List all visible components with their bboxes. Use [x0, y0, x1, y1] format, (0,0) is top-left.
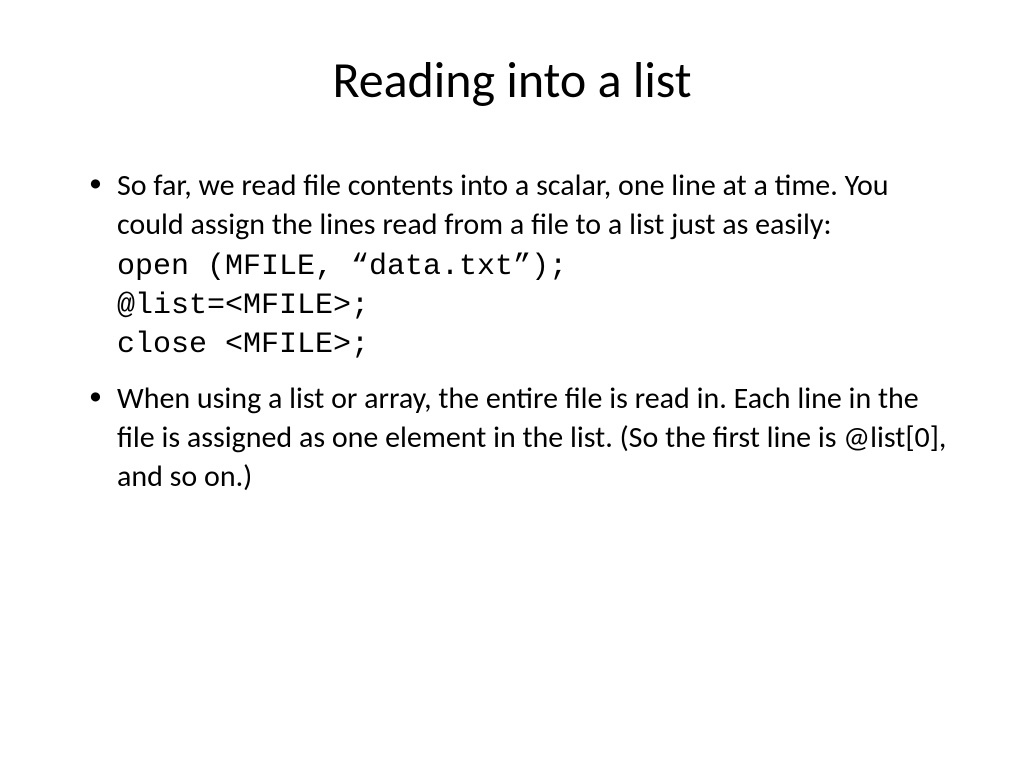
list-item: When using a list or array, the entire f…	[75, 379, 949, 496]
bullet-list: So far, we read file contents into a sca…	[75, 166, 949, 496]
code-block: open (MFILE, “data.txt”); @list=<MFILE>;…	[117, 248, 949, 365]
list-item: So far, we read file contents into a sca…	[75, 166, 949, 365]
bullet-text: So far, we read file contents into a sca…	[117, 167, 889, 243]
code-line: open (MFILE, “data.txt”);	[117, 248, 949, 287]
slide-title: Reading into a list	[75, 50, 949, 111]
code-line: @list=<MFILE>;	[117, 287, 949, 326]
code-line: close <MFILE>;	[117, 326, 949, 365]
bullet-text: When using a list or array, the entire f…	[117, 380, 946, 495]
